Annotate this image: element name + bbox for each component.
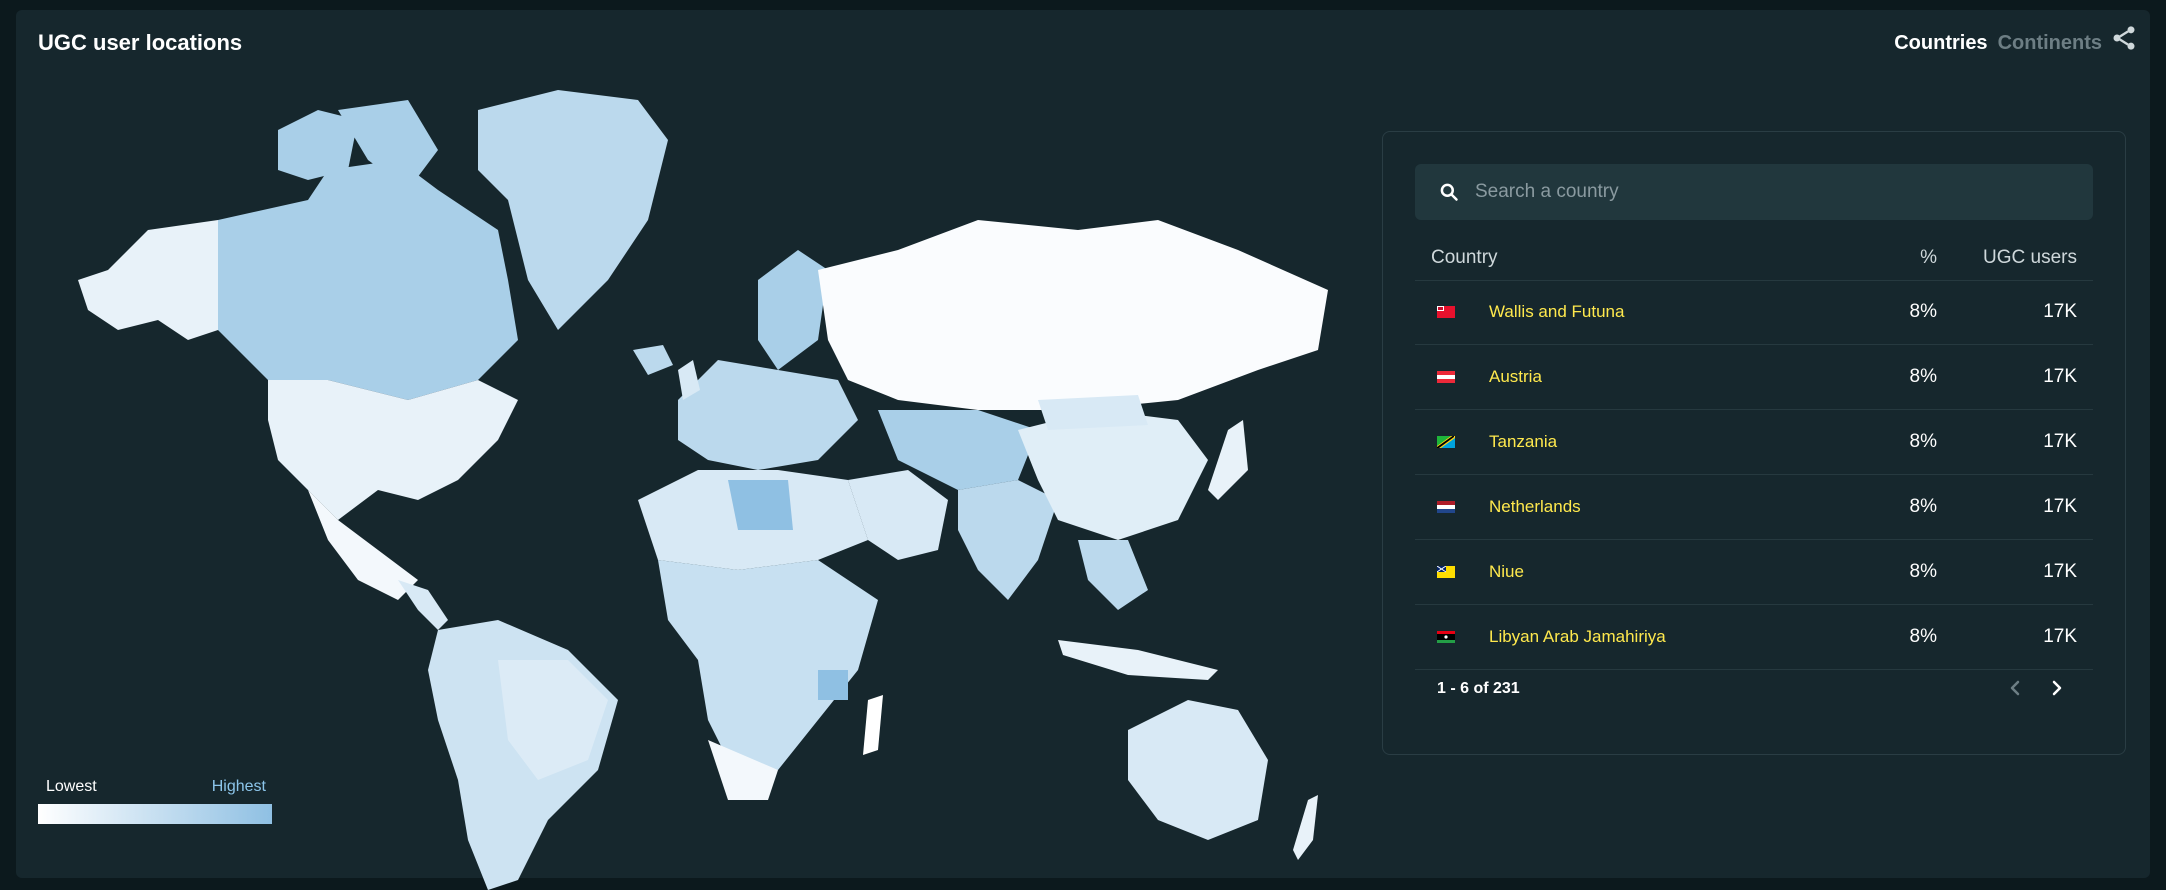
chevron-right-icon[interactable] xyxy=(2045,676,2069,700)
map-region-europe xyxy=(678,360,858,470)
table-row[interactable]: Tanzania 8% 17K xyxy=(1415,410,2093,475)
countries-tab[interactable]: Countries xyxy=(1894,32,1987,55)
legend-lowest-label: Lowest xyxy=(46,778,97,795)
country-percent: 8% xyxy=(1909,366,1937,387)
table-row[interactable]: Niue 8% 17K xyxy=(1415,540,2093,605)
netherlands-flag-icon xyxy=(1437,501,1455,513)
table-row[interactable]: Wallis and Futuna 8% 17K xyxy=(1415,280,2093,345)
search-box xyxy=(1415,164,2093,220)
legend-highest-label: Highest xyxy=(211,778,266,795)
header-percent[interactable]: % xyxy=(1817,247,1937,269)
country-percent: 8% xyxy=(1909,431,1937,452)
map-legend: Lowest Highest xyxy=(38,778,272,824)
table-row[interactable]: Libyan Arab Jamahiriya 8% 17K xyxy=(1415,605,2093,670)
map-region-southeast-asia xyxy=(1078,540,1148,610)
map-region-scandinavia xyxy=(758,250,828,370)
map-region-tanzania xyxy=(818,670,848,700)
country-percent: 8% xyxy=(1909,496,1937,517)
country-percent: 8% xyxy=(1909,301,1937,322)
country-name[interactable]: Wallis and Futuna xyxy=(1489,302,1817,322)
country-name[interactable]: Libyan Arab Jamahiriya xyxy=(1489,627,1817,647)
niue-flag-icon xyxy=(1437,566,1455,578)
map-region-mongolia xyxy=(1038,395,1148,430)
header-ugc-users[interactable]: UGC users xyxy=(1937,247,2093,269)
map-region-central-america xyxy=(398,580,448,630)
country-users: 17K xyxy=(2043,626,2077,647)
country-name[interactable]: Netherlands xyxy=(1489,497,1817,517)
map-region-madagascar xyxy=(863,695,883,755)
world-choropleth-map xyxy=(78,90,1328,890)
country-users: 17K xyxy=(2043,301,2077,322)
pagination-summary: 1 - 6 of 231 xyxy=(1437,680,1520,697)
map-region-iceland xyxy=(633,345,673,375)
view-toggle: Countries Continents xyxy=(1894,32,2102,55)
share-icon[interactable] xyxy=(2110,24,2138,52)
map-region-new-zealand xyxy=(1293,795,1318,860)
country-users: 17K xyxy=(2043,496,2077,517)
panel-title: UGC user locations xyxy=(38,30,243,55)
table-row[interactable]: Netherlands 8% 17K xyxy=(1415,475,2093,540)
map-region-australia xyxy=(1128,700,1268,840)
table-body: Wallis and Futuna 8% 17K Austria 8% 17K … xyxy=(1415,280,2093,670)
map-region-usa xyxy=(268,380,518,520)
map-region-middle-east xyxy=(848,470,948,560)
search-input[interactable] xyxy=(1473,180,2077,204)
country-table-card: Country % UGC users Wallis and Futuna 8%… xyxy=(1382,131,2126,755)
country-name[interactable]: Niue xyxy=(1489,562,1817,582)
country-name[interactable]: Austria xyxy=(1489,367,1817,387)
map-region-indonesia xyxy=(1058,640,1218,680)
wallis-and-futuna-flag-icon xyxy=(1437,306,1455,318)
map-region-russia xyxy=(818,220,1328,410)
map-region-japan xyxy=(1208,420,1248,500)
map-region-alaska xyxy=(78,220,218,340)
legend-gradient-bar xyxy=(38,804,272,824)
continents-tab[interactable]: Continents xyxy=(1998,32,2102,55)
country-users: 17K xyxy=(2043,561,2077,582)
table-row[interactable]: Austria 8% 17K xyxy=(1415,345,2093,410)
map-region-libya xyxy=(728,480,793,530)
tanzania-flag-icon xyxy=(1437,436,1455,448)
header-country[interactable]: Country xyxy=(1415,247,1817,269)
country-users: 17K xyxy=(2043,431,2077,452)
ugc-locations-panel: UGC user locations Countries Continents xyxy=(16,10,2150,890)
country-name[interactable]: Tanzania xyxy=(1489,432,1817,452)
map-region-canada xyxy=(218,160,518,400)
country-percent: 8% xyxy=(1909,626,1937,647)
libya-flag-icon xyxy=(1437,631,1455,643)
country-users: 17K xyxy=(2043,366,2077,387)
chevron-left-icon[interactable] xyxy=(2003,676,2027,700)
search-icon xyxy=(1440,183,1458,201)
country-percent: 8% xyxy=(1909,561,1937,582)
table-header: Country % UGC users xyxy=(1415,236,2093,281)
map-region-india xyxy=(958,480,1058,600)
austria-flag-icon xyxy=(1437,371,1455,383)
